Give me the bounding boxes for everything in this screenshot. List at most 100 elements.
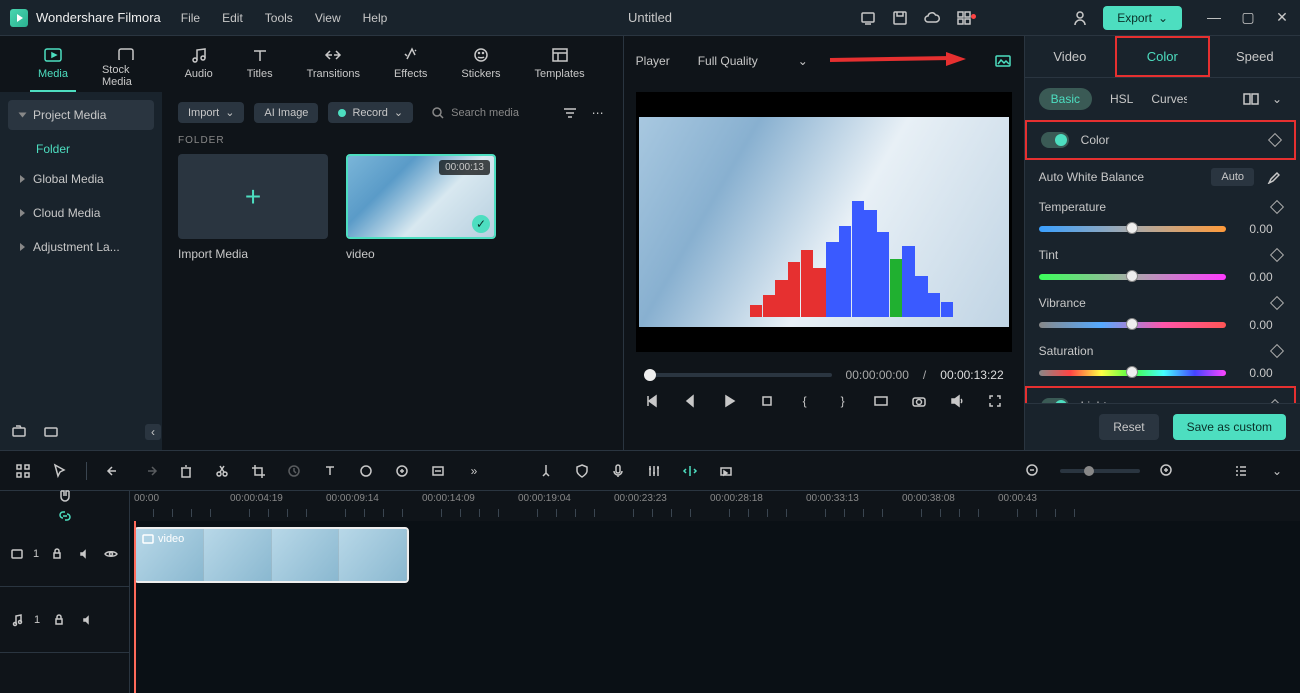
audio-track-head[interactable]: 1: [0, 587, 129, 653]
vibrance-value[interactable]: 0.00: [1240, 318, 1282, 332]
color-button[interactable]: [357, 462, 375, 480]
aspect-icon[interactable]: [872, 392, 890, 410]
video-track-head[interactable]: 1: [0, 521, 129, 587]
keyframe-icon[interactable]: [1270, 296, 1284, 310]
magnet-icon[interactable]: [56, 488, 74, 504]
compare-icon[interactable]: [1242, 90, 1260, 108]
apps-icon[interactable]: [955, 9, 973, 27]
fullscreen-icon[interactable]: [986, 392, 1004, 410]
new-folder-icon[interactable]: [10, 422, 28, 440]
search-media-input[interactable]: Search media: [423, 106, 551, 120]
minimize-button[interactable]: —: [1206, 9, 1222, 26]
mark-in-button[interactable]: {: [796, 392, 814, 410]
sidebar-adjustment[interactable]: Adjustment La...: [8, 232, 154, 262]
media-clip[interactable]: 00:00:13 ✓ video: [346, 154, 496, 261]
select-tool[interactable]: [14, 462, 32, 480]
sidebar-project-media[interactable]: Project Media: [8, 100, 154, 130]
split-button[interactable]: [213, 462, 231, 480]
seek-bar[interactable]: [644, 373, 832, 377]
tab-transitions[interactable]: Transitions: [299, 42, 368, 92]
vibrance-slider[interactable]: [1039, 322, 1226, 328]
keyframe-icon[interactable]: [1270, 248, 1284, 262]
sidebar-cloud-media[interactable]: Cloud Media: [8, 198, 154, 228]
light-toggle[interactable]: [1041, 398, 1069, 403]
speed-button[interactable]: [285, 462, 303, 480]
undo-button[interactable]: [105, 462, 123, 480]
volume-icon[interactable]: [948, 392, 966, 410]
timeline-ruler[interactable]: 00:0000:00:04:1900:00:09:1400:00:14:0900…: [130, 491, 1300, 521]
tint-slider[interactable]: [1039, 274, 1226, 280]
mic-button[interactable]: [609, 462, 627, 480]
more-icon[interactable]: ⋯: [589, 104, 607, 122]
color-section[interactable]: Color: [1025, 120, 1296, 160]
zoom-in-button[interactable]: [1158, 462, 1176, 480]
saturation-slider[interactable]: [1039, 370, 1226, 376]
ai-image-button[interactable]: AI Image: [254, 103, 318, 123]
keyframe-icon[interactable]: [1268, 133, 1282, 147]
chevron-down-icon[interactable]: ⌄: [1268, 90, 1286, 108]
maximize-button[interactable]: ▢: [1240, 9, 1256, 26]
redo-button[interactable]: [141, 462, 159, 480]
lock-icon[interactable]: [50, 611, 68, 629]
prev-frame-button[interactable]: [644, 392, 662, 410]
collapse-sidebar-button[interactable]: ‹: [145, 424, 161, 440]
more-tools[interactable]: »: [465, 462, 483, 480]
zoom-out-button[interactable]: [1024, 462, 1042, 480]
marker-button[interactable]: [537, 462, 555, 480]
preview-viewport[interactable]: [636, 92, 1012, 352]
quality-dropdown[interactable]: Full Quality⌄: [690, 50, 816, 72]
tab-templates[interactable]: Templates: [527, 42, 593, 92]
view-options[interactable]: [1232, 462, 1250, 480]
adjust-tool[interactable]: [429, 462, 447, 480]
crop-button[interactable]: [249, 462, 267, 480]
reset-button[interactable]: Reset: [1099, 414, 1158, 440]
screen-icon[interactable]: [859, 9, 877, 27]
subtab-curves[interactable]: Curves: [1151, 92, 1187, 106]
play-button[interactable]: [720, 392, 738, 410]
video-clip[interactable]: video: [134, 527, 409, 583]
sidebar-global-media[interactable]: Global Media: [8, 164, 154, 194]
tab-audio[interactable]: Audio: [177, 42, 221, 92]
import-dropdown[interactable]: Import⌄: [178, 102, 244, 123]
tab-media[interactable]: Media: [30, 42, 76, 92]
tab-stock[interactable]: Stock Media: [94, 42, 159, 92]
tab-stickers[interactable]: Stickers: [453, 42, 508, 92]
filter-icon[interactable]: [561, 104, 579, 122]
shield-button[interactable]: [573, 462, 591, 480]
insp-tab-video[interactable]: Video: [1025, 36, 1115, 77]
subtab-hsl[interactable]: HSL: [1110, 92, 1133, 106]
cursor-tool[interactable]: [50, 462, 68, 480]
cloud-icon[interactable]: [923, 9, 941, 27]
subtab-basic[interactable]: Basic: [1039, 88, 1092, 110]
import-media-tile[interactable]: + Import Media: [178, 154, 328, 261]
insp-tab-color[interactable]: Color: [1115, 36, 1209, 77]
temperature-value[interactable]: 0.00: [1240, 222, 1282, 236]
menu-tools[interactable]: Tools: [265, 11, 293, 25]
mark-out-button[interactable]: }: [834, 392, 852, 410]
tint-value[interactable]: 0.00: [1240, 270, 1282, 284]
menu-edit[interactable]: Edit: [222, 11, 243, 25]
menu-view[interactable]: View: [315, 11, 341, 25]
menu-help[interactable]: Help: [363, 11, 388, 25]
text-button[interactable]: [321, 462, 339, 480]
auto-beat-button[interactable]: [681, 462, 699, 480]
playhead[interactable]: [134, 521, 136, 693]
mixer-button[interactable]: [645, 462, 663, 480]
insp-tab-speed[interactable]: Speed: [1210, 36, 1300, 77]
keyframe-icon[interactable]: [1270, 344, 1284, 358]
export-button[interactable]: Export⌄: [1103, 6, 1182, 30]
render-button[interactable]: [717, 462, 735, 480]
light-section[interactable]: Light: [1025, 386, 1296, 403]
auto-wb-button[interactable]: Auto: [1211, 168, 1254, 186]
delete-button[interactable]: [177, 462, 195, 480]
close-button[interactable]: ✕: [1274, 9, 1290, 26]
mute-icon[interactable]: [78, 611, 96, 629]
lock-icon[interactable]: [49, 545, 66, 563]
clip-area[interactable]: video: [130, 521, 1300, 693]
save-icon[interactable]: [891, 9, 909, 27]
account-icon[interactable]: [1071, 9, 1089, 27]
tab-titles[interactable]: Titles: [239, 42, 281, 92]
step-back-button[interactable]: [682, 392, 700, 410]
record-dropdown[interactable]: Record⌄: [328, 102, 413, 123]
eye-icon[interactable]: [102, 545, 119, 563]
